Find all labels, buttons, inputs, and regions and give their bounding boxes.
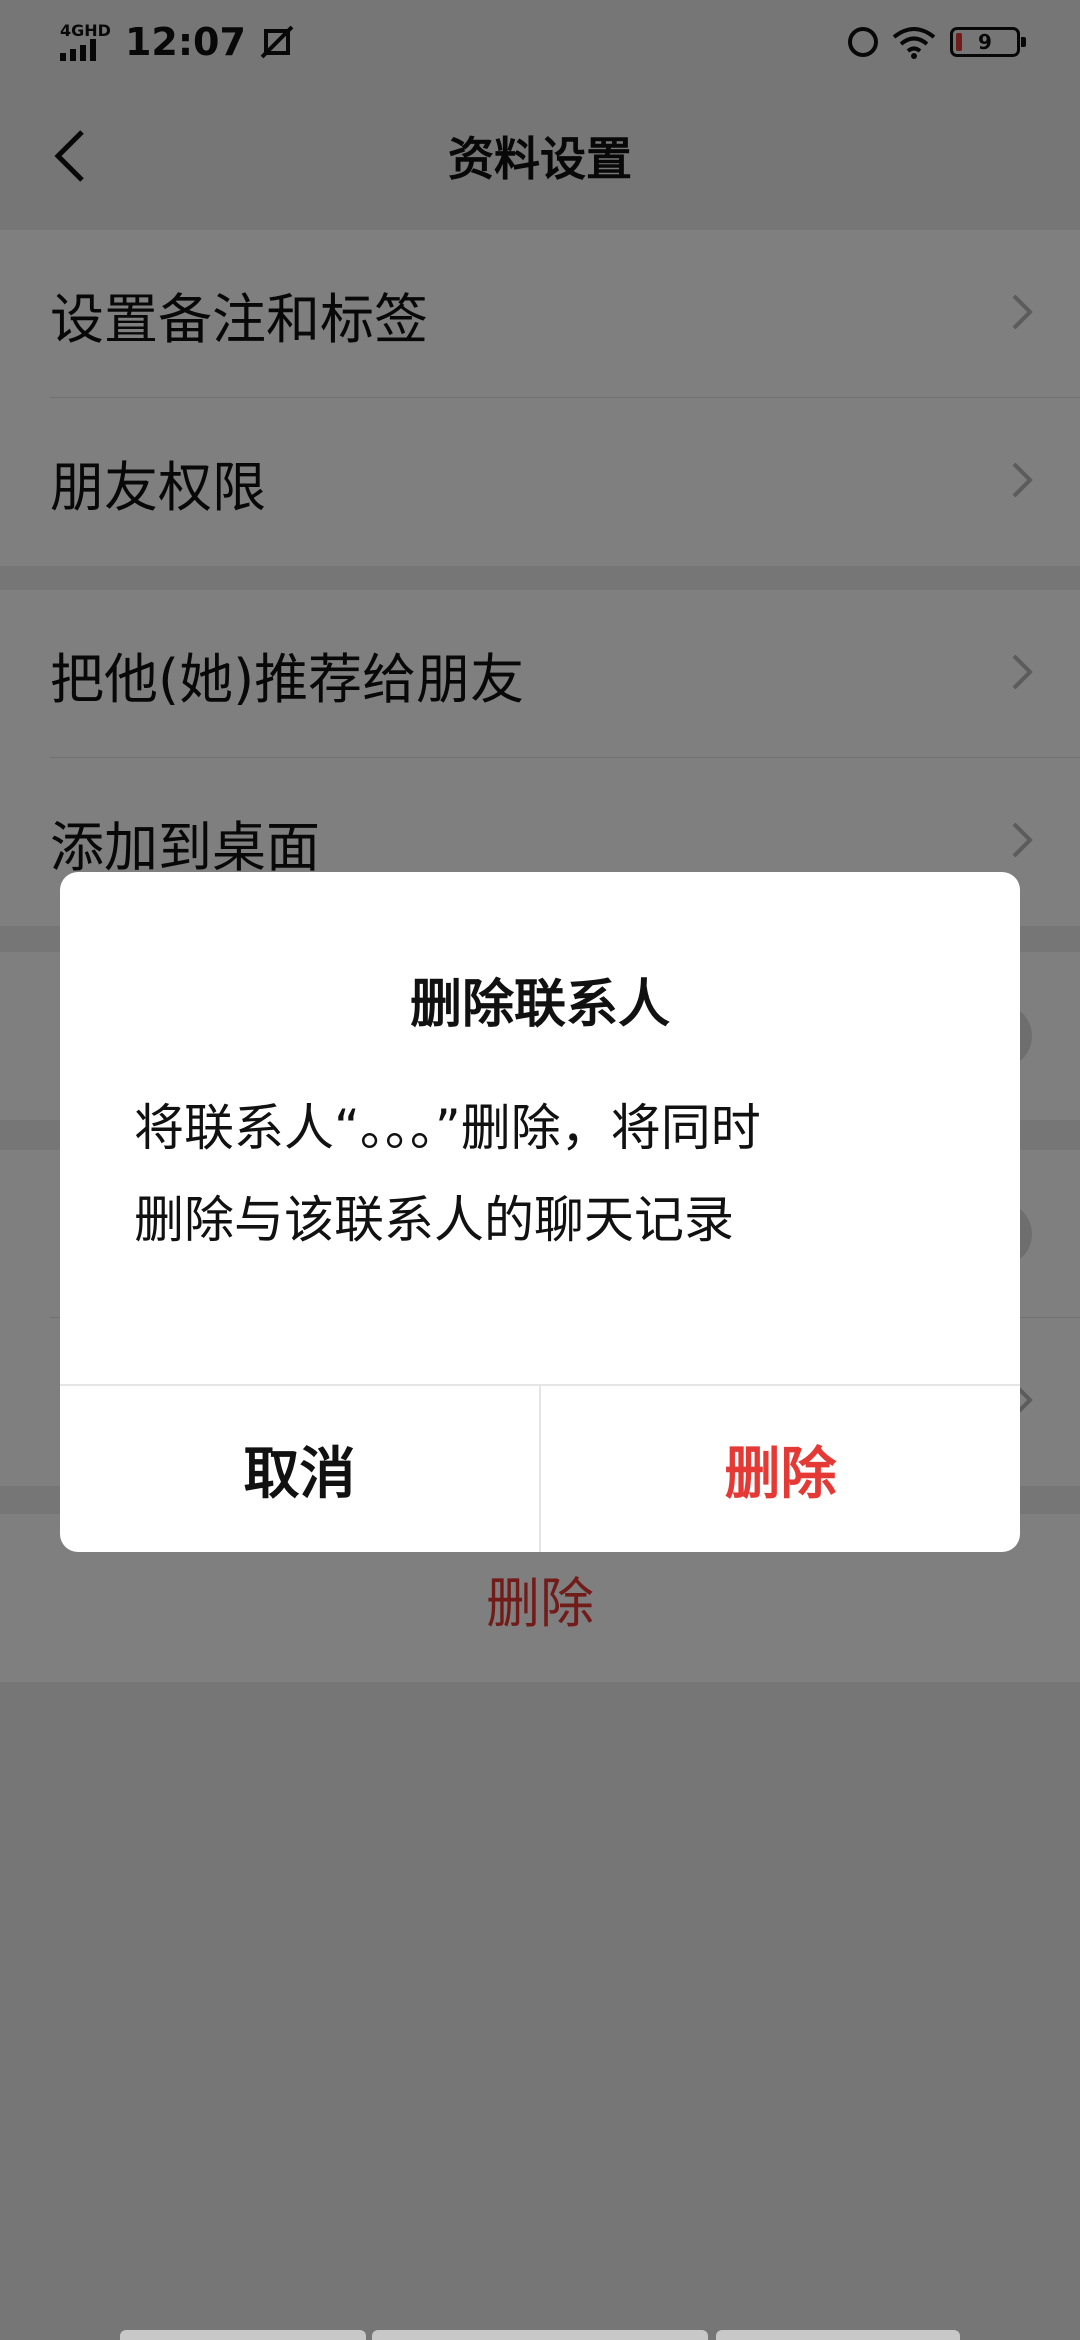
dialog-title: 删除联系人 [409,975,670,1035]
gesture-hint-right [716,2330,960,2340]
dialog-actions: 取消 删除 [60,1384,1020,1552]
confirm-delete-button[interactable]: 删除 [541,1386,1020,1552]
delete-contact-dialog: 删除联系人 将联系人“。。。”删除，将同时 删除与该联系人的聊天记录 取消 删除 [60,872,1020,1552]
dialog-message: 将联系人“。。。”删除，将同时 删除与该联系人的聊天记录 [134,1082,946,1266]
gesture-hint-center [372,2330,708,2340]
cancel-button[interactable]: 取消 [60,1386,541,1552]
dialog-message-line-2: 删除与该联系人的聊天记录 [134,1191,734,1249]
dialog-message-line-1: 将联系人“。。。”删除，将同时 [134,1099,761,1157]
gesture-hint-left [120,2330,366,2340]
